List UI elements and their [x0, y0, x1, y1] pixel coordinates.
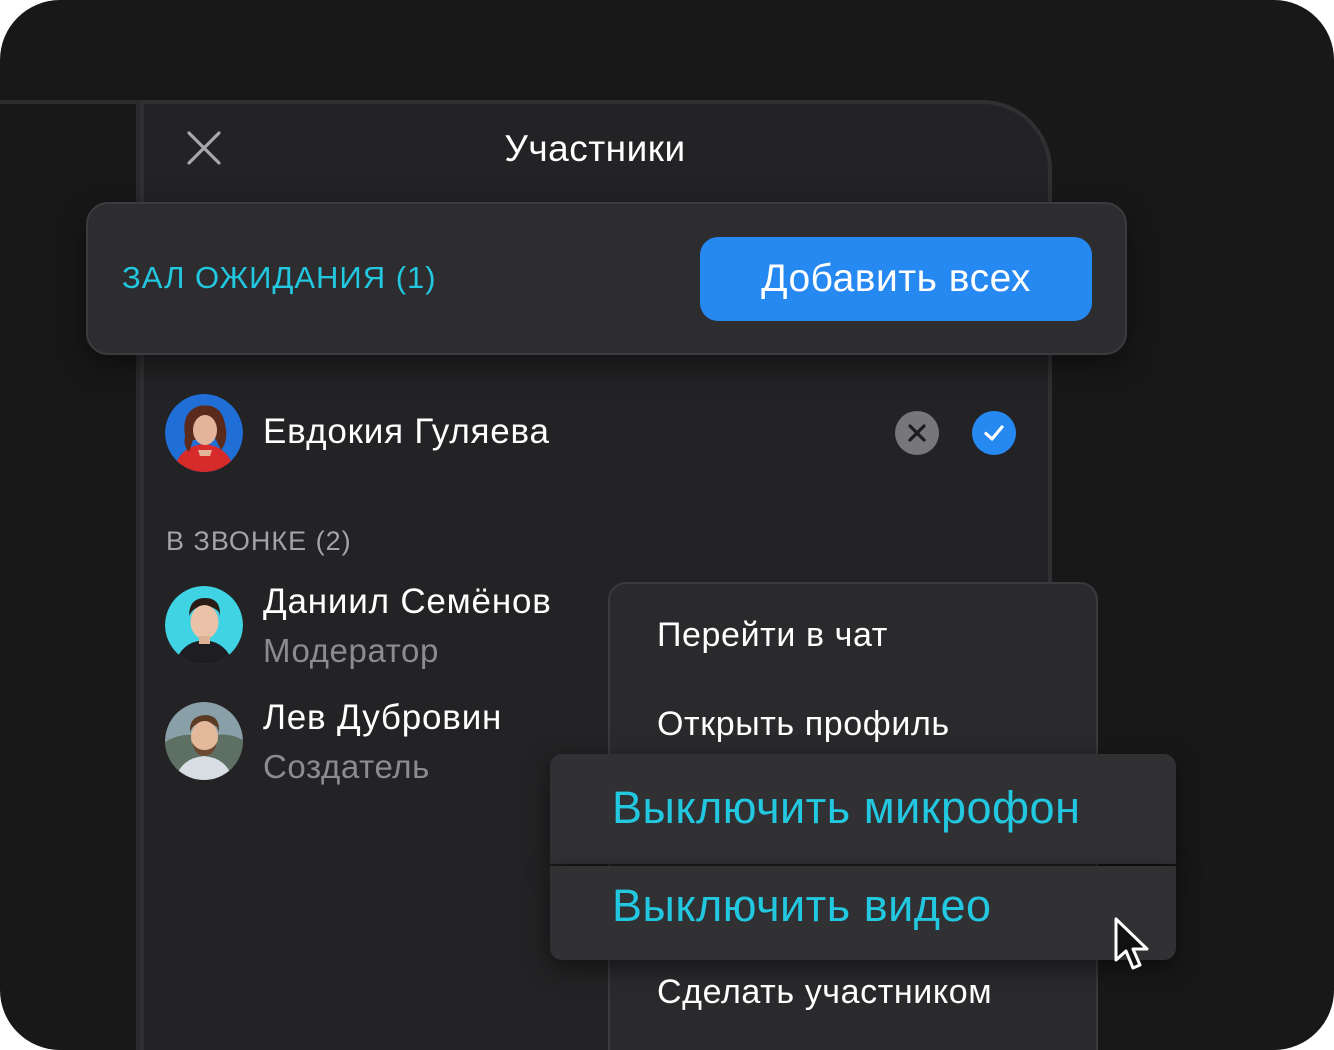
avatar[interactable] — [165, 586, 243, 664]
mouse-pointer-icon — [1112, 916, 1152, 974]
participant-role: Создатель — [263, 748, 430, 785]
menu-item-open-profile[interactable]: Открыть профиль — [657, 702, 950, 746]
menu-item-label: Выключить микрофон — [612, 782, 1081, 833]
participant-role: Модератор — [263, 632, 439, 669]
menu-item-make-participant[interactable]: Сделать участником — [657, 970, 992, 1014]
waiting-room-label: ЗАЛ ОЖИДАНИЯ (1) — [122, 260, 437, 295]
menu-item-mute-microphone[interactable]: Выключить микрофон — [550, 754, 1176, 864]
check-circle-icon[interactable] — [972, 411, 1016, 455]
background-divider — [0, 100, 150, 104]
menu-item-go-to-chat[interactable]: Перейти в чат — [657, 613, 888, 657]
app-window: Участники ЗАЛ ОЖИДАНИЯ (1) Добавить всех… — [0, 0, 1334, 1050]
avatar[interactable] — [165, 394, 243, 472]
participant-name: Лев Дубровин — [263, 698, 503, 737]
participant-name: Евдокия Гуляева — [263, 412, 550, 451]
avatar[interactable] — [165, 702, 243, 780]
menu-item-turn-off-video[interactable]: Выключить видео — [550, 866, 1176, 960]
x-circle-icon[interactable] — [895, 411, 939, 455]
participant-name: Даниил Семёнов — [263, 582, 552, 621]
menu-item-label: Выключить видео — [612, 880, 992, 931]
in-call-section-label: В ЗВОНКЕ (2) — [166, 526, 352, 556]
close-icon[interactable] — [186, 130, 222, 166]
add-all-button[interactable]: Добавить всех — [700, 237, 1092, 321]
panel-title: Участники — [504, 128, 686, 169]
